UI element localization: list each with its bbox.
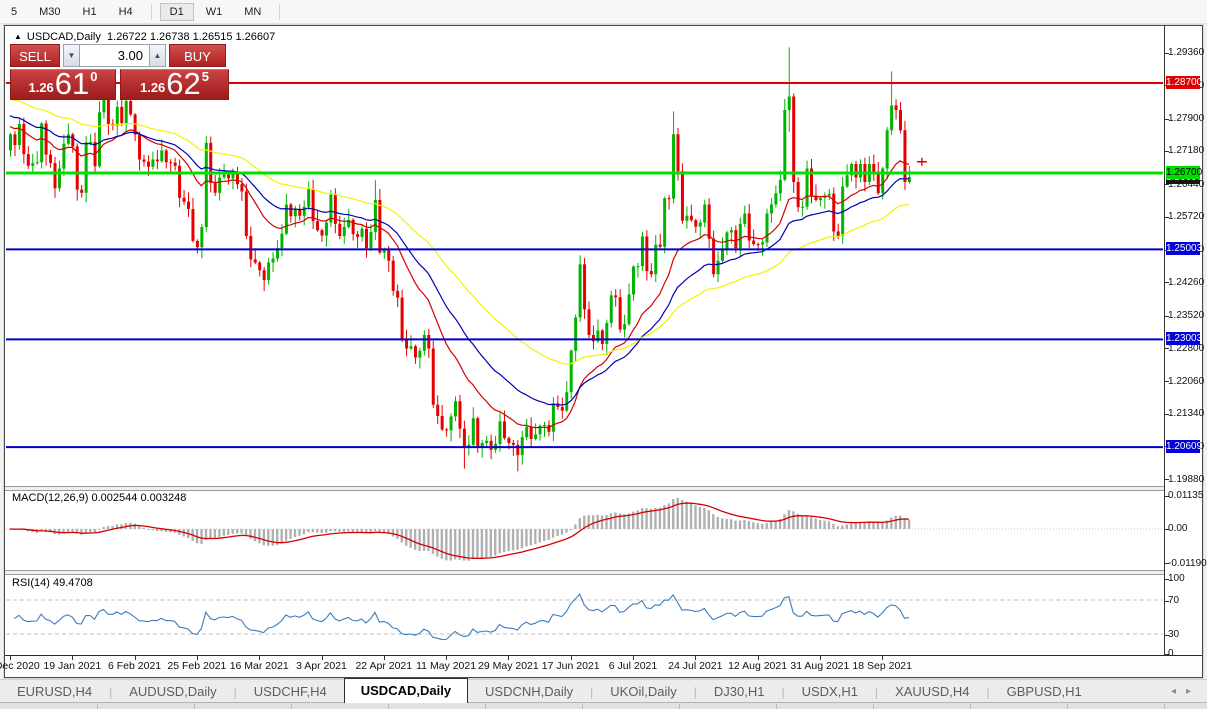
strip-divider [1067, 704, 1068, 709]
strip-divider [873, 704, 874, 709]
tab-eurusd[interactable]: EURUSD,H4 [0, 681, 109, 703]
tab-usdcad[interactable]: USDCAD,Daily [343, 678, 469, 703]
price-scale-border [1164, 26, 1165, 655]
tab-scroll-arrows[interactable]: ◂▸ [1171, 686, 1201, 697]
strip-divider [97, 704, 98, 709]
macd-tick-label: -0.01190 [1168, 557, 1207, 569]
buy-button[interactable]: BUY [169, 44, 226, 67]
timeframe-button-h1[interactable]: H1 [73, 3, 107, 21]
rsi-tick-label: 70 [1168, 595, 1180, 606]
strip-divider [1164, 704, 1165, 709]
volume-increase-button[interactable]: ▲ [149, 44, 166, 67]
timeframe-button-w1[interactable]: W1 [196, 3, 233, 21]
hline-price-badge: 1.26700 [1166, 166, 1203, 179]
ohlc-low: 1.26515 [192, 31, 233, 43]
price-scale[interactable]: 1.293601.286401.279001.271801.264401.257… [1165, 26, 1207, 659]
price-tick-label: 1.29360 [1168, 47, 1205, 59]
rsi-tick-label: 100 [1168, 573, 1185, 584]
collapse-panel-icon[interactable]: ▲ [14, 32, 22, 41]
tab-ukoil[interactable]: UKOil,Daily [593, 681, 693, 703]
strip-divider [194, 704, 195, 709]
price-tick-label: 1.23520 [1168, 310, 1205, 322]
hline-price-badge: 1.23003 [1166, 332, 1203, 346]
rsi-pane-splitter[interactable] [5, 570, 1165, 575]
toolbar-separator [279, 3, 281, 20]
date-label: 18 Sep 2021 [852, 660, 912, 672]
hline-price-badge: 1.25003 [1166, 242, 1203, 256]
timeframe-button-d1[interactable]: D1 [159, 2, 194, 21]
strip-divider [388, 704, 389, 709]
strip-divider [582, 704, 583, 709]
price-tick-label: 1.25720 [1168, 211, 1205, 223]
macd-label: MACD(12,26,9) [12, 492, 89, 504]
tab-usdchf[interactable]: USDCHF,H4 [237, 681, 344, 703]
sell-price-big: 61 [54, 66, 90, 101]
tab-gbpusd[interactable]: GBPUSD,H1 [990, 681, 1099, 703]
symbol-tabbar: EURUSD,H4 | AUDUSD,Daily | USDCHF,H4 USDCAD,D… [0, 678, 1207, 703]
volume-input[interactable]: 3.00 [80, 44, 149, 67]
rsi-header: RSI(14) 49.4708 [12, 577, 93, 589]
hline-price-badge: 1.28700 [1166, 76, 1203, 89]
price-tick-label: 1.24260 [1168, 276, 1205, 288]
timeframe-button-m30[interactable]: M30 [29, 3, 70, 21]
macd-tick-label: 0.01135 [1168, 490, 1204, 502]
volume-stepper: ▼ 3.00 ▲ [63, 44, 166, 67]
macd-value-signal: 0.003248 [140, 492, 187, 504]
sell-button[interactable]: SELL [10, 44, 60, 67]
price-tick-label: 1.22060 [1168, 375, 1205, 387]
ohlc-open: 1.26722 [107, 31, 147, 43]
macd-tick-label: 0.00 [1168, 523, 1188, 534]
date-axis[interactable]: 30 Dec 202019 Jan 20216 Feb 202125 Feb 2… [0, 655, 1202, 677]
price-tick-label: 1.27900 [1168, 113, 1205, 124]
one-click-trade-panel: SELL ▼ 3.00 ▲ BUY 1.26 61 0 1.26 62 5 [10, 44, 229, 100]
buy-price-pip: 5 [201, 69, 210, 84]
rsi-value: 49.4708 [52, 577, 93, 589]
toolbar-separator [150, 3, 152, 20]
strip-divider [485, 704, 486, 709]
macd-header: MACD(12,26,9) 0.002544 0.003248 [12, 492, 186, 504]
buy-price-big: 62 [166, 66, 201, 101]
price-tick-label: 1.19880 [1168, 473, 1205, 485]
rsi-tick-label: 30 [1168, 629, 1180, 640]
tab-usdcnh[interactable]: USDCNH,Daily [468, 681, 590, 703]
sell-price-prefix: 1.26 [28, 80, 54, 95]
chart-symbol-label: USDCAD,Daily [26, 31, 101, 43]
sell-price-pip: 0 [90, 69, 98, 84]
buy-price-button[interactable]: 1.26 62 5 [120, 66, 229, 101]
tab-xauusd[interactable]: XAUUSD,H4 [878, 681, 986, 703]
strip-divider [776, 704, 777, 709]
timeframe-button-h4[interactable]: H4 [109, 3, 143, 21]
macd-pane-splitter[interactable] [5, 486, 1165, 491]
sell-price-button[interactable]: 1.26 61 0 [10, 66, 116, 101]
strip-divider [291, 704, 292, 709]
price-tick-label: 1.27180 [1168, 145, 1205, 157]
hline-price-badge: 1.20609 [1166, 440, 1203, 454]
ohlc-high: 1.26738 [149, 31, 190, 43]
strip-divider [679, 704, 680, 709]
bottom-strip [0, 702, 1207, 709]
rsi-label: RSI(14) [12, 577, 50, 589]
tab-audusd[interactable]: AUDUSD,Daily [112, 681, 233, 703]
macd-value-main: 0.002544 [91, 492, 138, 504]
timeframe-toolbar: 5 M30 H1 H4 D1 W1 MN [0, 0, 1207, 24]
price-tick-label: 1.21340 [1168, 408, 1205, 420]
timeframe-button-5[interactable]: 5 [1, 3, 27, 21]
strip-divider [970, 704, 971, 709]
chart-title: ▲ USDCAD,Daily 1.26722 1.26738 1.26515 1.… [14, 31, 275, 43]
chart-window [4, 25, 1203, 678]
volume-decrease-button[interactable]: ▼ [63, 44, 80, 67]
ohlc-close: 1.26607 [235, 31, 276, 43]
tab-dj30[interactable]: DJ30,H1 [697, 681, 782, 703]
timeframe-button-mn[interactable]: MN [234, 3, 271, 21]
tab-usdx[interactable]: USDX,H1 [785, 681, 875, 703]
buy-price-prefix: 1.26 [139, 80, 166, 95]
